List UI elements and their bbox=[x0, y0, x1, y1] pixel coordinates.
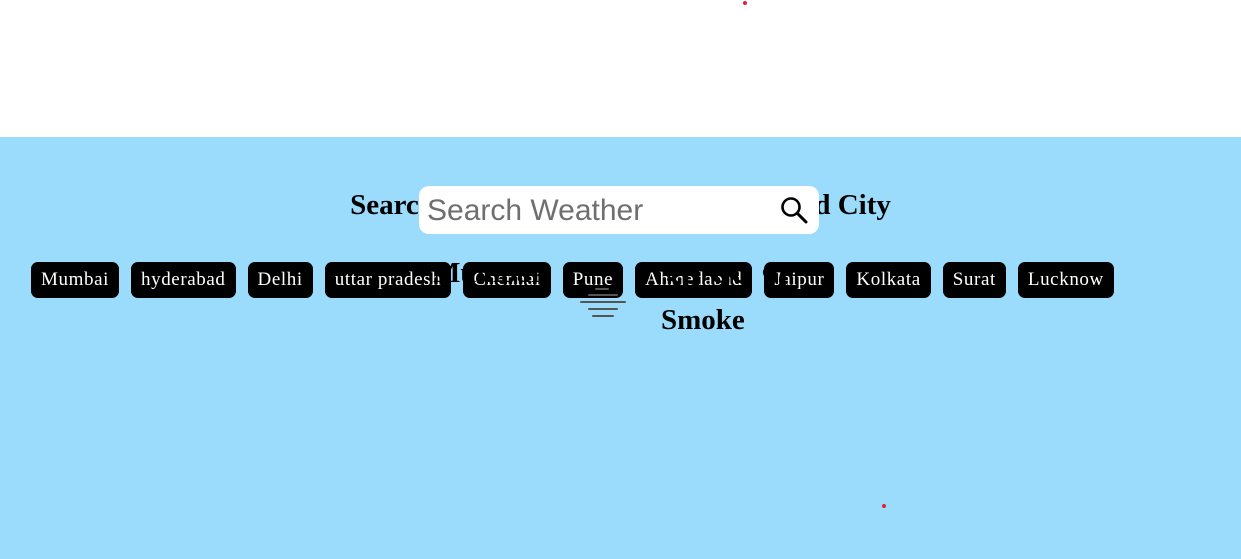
weather-city-name: Mumbai bbox=[433, 257, 540, 289]
decorative-dot bbox=[743, 1, 747, 5]
city-button[interactable]: Surat bbox=[942, 262, 1006, 298]
weather-condition: Smoke bbox=[661, 304, 745, 336]
city-button[interactable]: Lucknow bbox=[1017, 262, 1114, 298]
city-button[interactable]: Kolkata bbox=[846, 262, 931, 298]
search-icon[interactable] bbox=[779, 195, 809, 225]
city-button[interactable]: hyderabad bbox=[131, 262, 236, 298]
decorative-dot bbox=[882, 504, 886, 508]
temperature: 30.99 °C bbox=[661, 257, 806, 302]
search-box bbox=[419, 186, 819, 234]
haze-icon bbox=[580, 288, 626, 317]
city-button[interactable]: Delhi bbox=[247, 262, 313, 298]
city-button-row: Mumbai hyderabad Delhi uttar pradesh Chennai… bbox=[31, 262, 1114, 298]
search-input[interactable] bbox=[425, 190, 769, 232]
city-button[interactable]: Mumbai bbox=[31, 262, 119, 298]
